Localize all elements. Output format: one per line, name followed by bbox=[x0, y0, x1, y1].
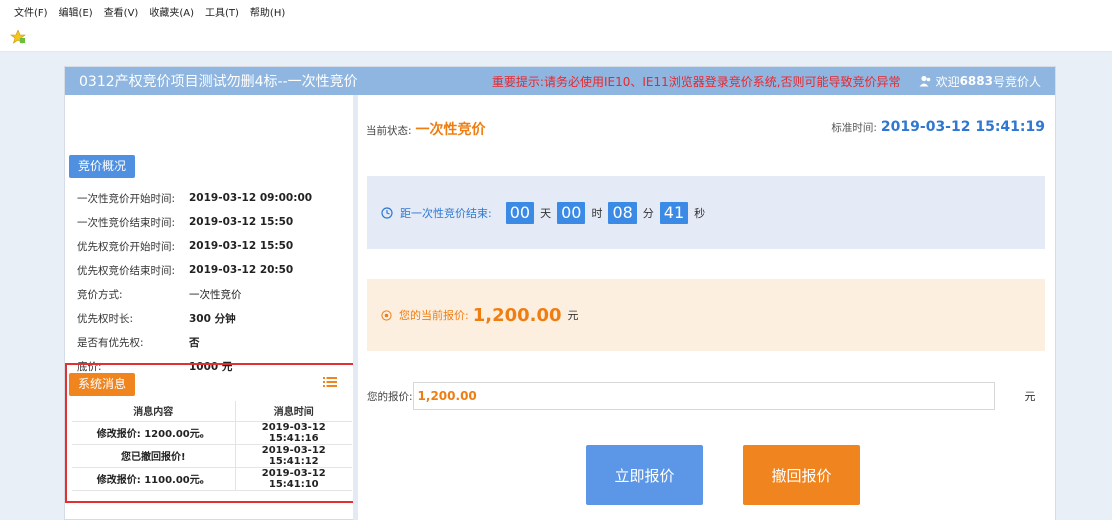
info-value: 2019-03-12 20:50 bbox=[189, 264, 294, 276]
dot-icon bbox=[381, 309, 392, 321]
current-status: 当前状态: 一次性竞价 bbox=[366, 119, 486, 139]
favorites-bar bbox=[0, 22, 1112, 52]
message-time: 2019-03-12 15:41:12 bbox=[235, 444, 352, 468]
hours-unit: 时 bbox=[591, 206, 603, 220]
bid-amount-input[interactable] bbox=[412, 382, 995, 410]
withdraw-bid-button[interactable]: 撤回报价 bbox=[743, 445, 860, 505]
info-value: 2019-03-12 15:50 bbox=[189, 216, 294, 228]
welcome-prefix: 欢迎 bbox=[935, 74, 960, 89]
countdown-panel: 距一次性竞价结束: 00 天 00 时 08 分 41 秒 bbox=[367, 176, 1045, 249]
info-row: 优先权竞价结束时间: 2019-03-12 20:50 bbox=[77, 259, 347, 281]
current-bid-amount: 1,200.00 bbox=[472, 304, 562, 326]
menu-view[interactable]: 查看(V) bbox=[104, 4, 139, 19]
bidder-number: 6883 bbox=[959, 74, 993, 88]
project-title: 0312产权竞价项目测试勿删4标--一次性竞价 bbox=[79, 74, 358, 90]
info-row: 优先权竞价开始时间: 2019-03-12 15:50 bbox=[77, 235, 347, 257]
countdown-seconds: 41 bbox=[659, 201, 689, 224]
menu-file[interactable]: 文件(F) bbox=[14, 4, 48, 19]
countdown-hours: 00 bbox=[557, 201, 586, 224]
info-row: 优先权时长: 300 分钟 bbox=[77, 307, 347, 329]
info-key: 优先权时长: bbox=[77, 312, 134, 325]
info-row: 是否有优先权: 否 bbox=[77, 331, 347, 353]
menu-favorites[interactable]: 收藏夹(A) bbox=[149, 4, 194, 19]
menu-tools[interactable]: 工具(T) bbox=[205, 4, 239, 19]
standard-time: 标准时间: 2019-03-12 15:41:19 bbox=[831, 119, 1045, 135]
bidding-panel: 0312产权竞价项目测试勿删4标--一次性竞价 重要提示:请务必使用IE10、I… bbox=[64, 66, 1056, 520]
submit-bid-button[interactable]: 立即报价 bbox=[586, 445, 703, 505]
status-value: 一次性竞价 bbox=[415, 122, 486, 138]
menu-edit[interactable]: 编辑(E) bbox=[59, 4, 93, 19]
favorites-star-icon[interactable] bbox=[10, 30, 26, 44]
current-bid-unit: 元 bbox=[567, 309, 579, 322]
info-value: 300 分钟 bbox=[189, 312, 236, 325]
page-background: 0312产权竞价项目测试勿删4标--一次性竞价 重要提示:请务必使用IE10、I… bbox=[0, 52, 1112, 520]
info-row: 竞价方式: 一次性竞价 bbox=[77, 283, 347, 305]
seconds-unit: 秒 bbox=[694, 206, 706, 220]
info-key: 优先权竞价开始时间: bbox=[77, 240, 176, 253]
table-row: 修改报价: 1100.00元。 2019-03-12 15:41:10 bbox=[72, 467, 352, 491]
info-value: 2019-03-12 09:00:00 bbox=[189, 192, 313, 204]
table-row: 修改报价: 1200.00元。 2019-03-12 15:41:16 bbox=[72, 421, 352, 445]
message-content: 修改报价: 1100.00元。 bbox=[72, 467, 236, 491]
info-value: 2019-03-12 15:50 bbox=[189, 240, 294, 252]
status-label: 当前状态: bbox=[366, 125, 412, 137]
message-content: 修改报价: 1200.00元。 bbox=[72, 421, 236, 445]
messages-table: 消息内容 消息时间 修改报价: 1200.00元。 2019-03-12 15:… bbox=[72, 401, 352, 491]
countdown-days: 00 bbox=[505, 201, 535, 224]
browser-notice: 重要提示:请务必使用IE10、IE11浏览器登录竞价系统,否则可能导致竞价异常 bbox=[491, 74, 901, 89]
message-time: 2019-03-12 15:41:16 bbox=[235, 421, 352, 445]
info-key: 竞价方式: bbox=[77, 288, 123, 301]
overview-button[interactable]: 竞价概况 bbox=[69, 155, 136, 178]
info-key: 一次性竞价结束时间: bbox=[77, 216, 176, 229]
info-key: 是否有优先权: bbox=[77, 336, 144, 349]
menu-bar: 文件(F) 编辑(E) 查看(V) 收藏夹(A) 工具(T) 帮助(H) bbox=[0, 0, 1112, 22]
info-value: 否 bbox=[189, 336, 200, 349]
countdown-minutes: 08 bbox=[608, 201, 637, 224]
info-row: 一次性竞价结束时间: 2019-03-12 15:50 bbox=[77, 211, 347, 233]
info-key: 一次性竞价开始时间: bbox=[77, 192, 176, 205]
panel-header: 0312产权竞价项目测试勿删4标--一次性竞价 重要提示:请务必使用IE10、I… bbox=[65, 67, 1055, 95]
welcome-suffix: 号竞价人 bbox=[992, 74, 1041, 89]
standard-time-value: 2019-03-12 15:41:19 bbox=[880, 119, 1045, 135]
bid-input-label: 您的报价: bbox=[367, 390, 413, 403]
countdown-label: 距一次性竞价结束: bbox=[400, 206, 492, 220]
minutes-unit: 分 bbox=[642, 206, 654, 220]
bid-form: 您的报价: 元 bbox=[367, 381, 1055, 411]
table-row: 您已撤回报价! 2019-03-12 15:41:12 bbox=[72, 444, 352, 468]
standard-time-label: 标准时间: bbox=[831, 122, 877, 134]
bid-unit: 元 bbox=[1024, 390, 1036, 403]
system-messages-panel: 系统消息 消息内容 消息时间 修改报价: 1200.00元。 2019-03-1… bbox=[65, 363, 361, 503]
welcome-text: 欢迎 6883 号竞价人 bbox=[919, 73, 1041, 90]
list-icon[interactable] bbox=[323, 377, 337, 387]
current-bid-label: 您的当前报价: bbox=[399, 309, 469, 322]
menu-help[interactable]: 帮助(H) bbox=[250, 4, 285, 19]
info-row: 一次性竞价开始时间: 2019-03-12 09:00:00 bbox=[77, 187, 347, 209]
user-icon bbox=[919, 75, 930, 87]
column-header-time: 消息时间 bbox=[235, 401, 352, 422]
clock-icon bbox=[381, 206, 393, 219]
right-pane: 当前状态: 一次性竞价 标准时间: 2019-03-12 15:41:19 距一… bbox=[358, 95, 1055, 520]
system-messages-button[interactable]: 系统消息 bbox=[69, 373, 136, 396]
days-unit: 天 bbox=[540, 206, 552, 220]
column-header-content: 消息内容 bbox=[72, 401, 236, 422]
current-bid-panel: 您的当前报价: 1,200.00 元 bbox=[367, 279, 1045, 351]
message-time: 2019-03-12 15:41:10 bbox=[235, 467, 352, 491]
info-value: 一次性竞价 bbox=[189, 288, 242, 301]
message-content: 您已撤回报价! bbox=[72, 444, 236, 468]
info-key: 优先权竞价结束时间: bbox=[77, 264, 176, 277]
